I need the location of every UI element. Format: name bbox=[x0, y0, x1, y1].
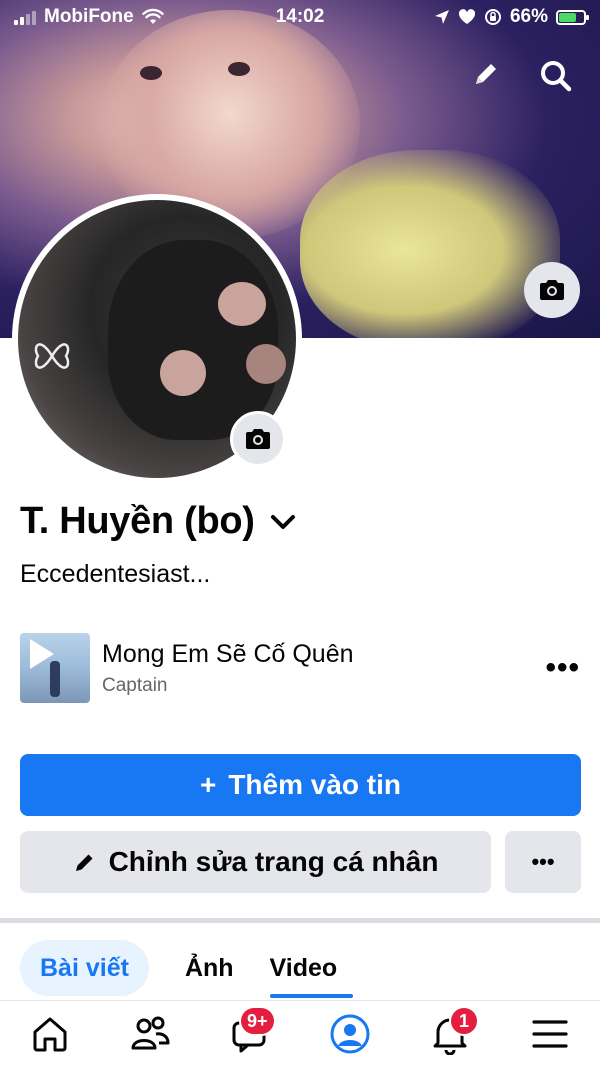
nav-friends[interactable] bbox=[115, 1004, 185, 1064]
camera-icon bbox=[246, 429, 270, 449]
battery-fill bbox=[559, 12, 577, 22]
music-thumbnail[interactable] bbox=[20, 633, 90, 703]
section-divider bbox=[0, 918, 600, 923]
cover-photo-eye-left bbox=[140, 66, 162, 80]
profile-name: T. Huyền (bo) bbox=[20, 500, 255, 542]
music-more-button[interactable]: ••• bbox=[545, 651, 580, 685]
camera-icon bbox=[540, 280, 564, 300]
music-thumbnail-figure bbox=[50, 661, 60, 697]
edit-profile-label: Chỉnh sửa trang cá nhân bbox=[108, 846, 439, 877]
status-bar: MobiFone 14:02 66% bbox=[0, 0, 600, 34]
tab-videos[interactable]: Video bbox=[269, 940, 353, 998]
song-artist: Captain bbox=[102, 674, 168, 696]
battery-percent: 66% bbox=[509, 6, 548, 27]
tab-posts[interactable]: Bài viết bbox=[20, 940, 149, 996]
bottom-navigation: 9+ 1 bbox=[0, 1000, 600, 1067]
cover-photo-shirt bbox=[300, 150, 560, 338]
add-to-story-label: Thêm vào tin bbox=[228, 769, 402, 800]
add-to-story-button[interactable]: + Thêm vào tin bbox=[20, 754, 581, 816]
avatar-balaclava bbox=[108, 240, 278, 440]
notifications-badge: 1 bbox=[449, 1006, 479, 1036]
hamburger-menu-icon bbox=[532, 1020, 568, 1048]
avatar-mask-eye-hole bbox=[218, 282, 266, 326]
nav-messages[interactable]: 9+ bbox=[215, 1004, 285, 1064]
profile-music-row[interactable]: Mong Em Sẽ Cố Quên Captain ••• bbox=[20, 632, 580, 704]
tab-photos[interactable]: Ảnh bbox=[185, 940, 234, 996]
wifi-icon bbox=[142, 8, 164, 24]
pencil-icon bbox=[476, 64, 496, 84]
cover-camera-button[interactable] bbox=[524, 262, 580, 318]
chevron-down-icon[interactable] bbox=[269, 512, 297, 532]
hair-clip-icon bbox=[34, 343, 70, 369]
location-arrow-icon bbox=[434, 10, 449, 24]
edit-cover-button[interactable] bbox=[466, 54, 506, 94]
friends-icon bbox=[131, 1016, 170, 1050]
avatar-camera-button[interactable] bbox=[230, 411, 286, 467]
signal-icon bbox=[14, 9, 36, 25]
search-icon bbox=[541, 61, 572, 92]
edit-profile-button[interactable]: Chỉnh sửa trang cá nhân bbox=[20, 831, 491, 893]
heart-icon bbox=[458, 9, 476, 24]
nav-notifications[interactable]: 1 bbox=[415, 1004, 485, 1064]
nav-home[interactable] bbox=[15, 1004, 85, 1064]
home-icon bbox=[33, 1017, 67, 1052]
nav-menu[interactable] bbox=[515, 1004, 585, 1064]
search-button[interactable] bbox=[534, 54, 578, 98]
pencil-icon bbox=[75, 854, 93, 871]
profile-name-row[interactable]: T. Huyền (bo) bbox=[20, 500, 297, 543]
profile-bio: Eccedentesiast... bbox=[20, 560, 211, 588]
song-title: Mong Em Sẽ Cố Quên bbox=[102, 639, 354, 668]
more-options-button[interactable]: ••• bbox=[505, 831, 581, 893]
profile-tabs: Bài viết Ảnh Video bbox=[20, 940, 353, 998]
messages-badge: 9+ bbox=[239, 1006, 276, 1036]
profile-icon bbox=[330, 1014, 370, 1054]
plus-icon: + bbox=[199, 769, 217, 800]
carrier-label: MobiFone bbox=[44, 6, 134, 27]
cover-photo-eye-right bbox=[228, 62, 250, 76]
avatar-mask-mouth-hole bbox=[160, 350, 206, 396]
avatar-hand bbox=[246, 344, 286, 384]
battery-icon bbox=[556, 9, 589, 25]
nav-profile[interactable] bbox=[315, 1004, 385, 1064]
rotation-lock-icon bbox=[484, 9, 501, 25]
